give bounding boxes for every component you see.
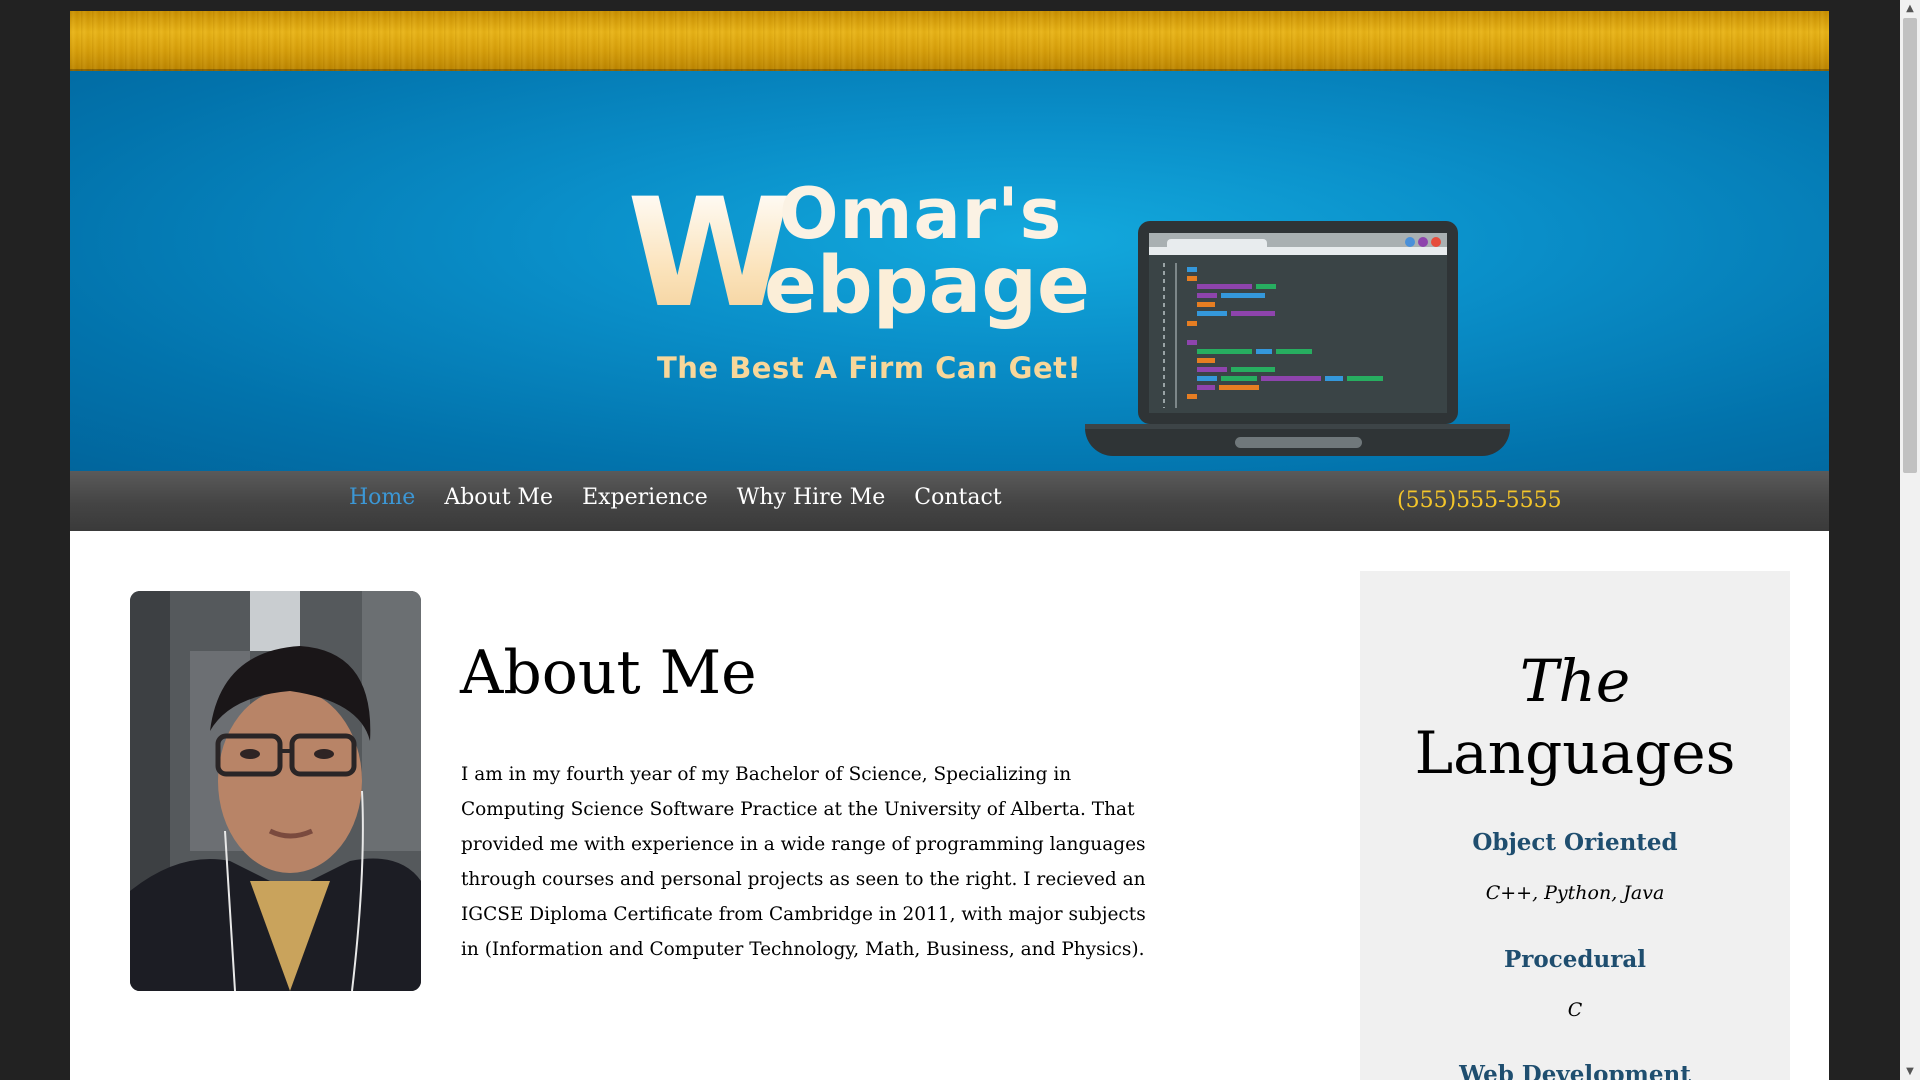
- about-heading: About Me: [460, 638, 757, 708]
- logo-line1: Omar's: [779, 173, 1063, 255]
- page-container: W Omar's ebpage The Best A Firm Can Get!: [70, 11, 1829, 1080]
- scroll-up-icon[interactable]: ▲: [1900, 0, 1920, 17]
- languages-heading-main: Languages: [1414, 719, 1736, 787]
- laptop-display: [1149, 233, 1447, 413]
- nav-menu: Home About Me Experience Why Hire Me Con…: [349, 485, 1002, 510]
- logo-tagline: The Best A Firm Can Get!: [657, 351, 1082, 385]
- scroll-down-icon[interactable]: ▼: [1900, 1063, 1920, 1080]
- profile-photo-image: [130, 591, 421, 991]
- languages-heading-the: The: [1519, 647, 1631, 715]
- languages-object-oriented: C++, Python, Java: [1485, 882, 1665, 904]
- languages-sidebar: The Languages Object Oriented C++, Pytho…: [1360, 571, 1790, 1080]
- nav-experience[interactable]: Experience: [582, 485, 708, 510]
- wood-header-strip: [70, 11, 1829, 71]
- category-procedural: Procedural: [1504, 946, 1646, 973]
- about-paragraph: I am in my fourth year of my Bachelor of…: [461, 764, 1146, 960]
- main-navbar: Home About Me Experience Why Hire Me Con…: [70, 471, 1829, 531]
- hero-banner: W Omar's ebpage The Best A Firm Can Get!: [70, 71, 1829, 471]
- nav-home[interactable]: Home: [349, 485, 415, 510]
- languages-heading: The Languages: [1360, 645, 1790, 789]
- scrollbar-thumb[interactable]: [1903, 18, 1917, 473]
- languages-procedural: C: [1567, 999, 1583, 1021]
- category-object-oriented: Object Oriented: [1472, 829, 1678, 856]
- nav-why-hire-me[interactable]: Why Hire Me: [737, 485, 886, 510]
- laptop-screen: [1138, 221, 1458, 424]
- page-scrollbar[interactable]: ▲ ▼: [1900, 0, 1920, 1080]
- laptop-touchpad: [1235, 437, 1362, 448]
- logo-line2: ebpage: [764, 241, 1090, 331]
- phone-number[interactable]: (555)555-5555: [1397, 488, 1562, 513]
- site-logo: W Omar's ebpage The Best A Firm Can Get!: [627, 179, 1107, 419]
- category-web-development: Web Development: [1459, 1061, 1691, 1080]
- nav-contact[interactable]: Contact: [914, 485, 1001, 510]
- nav-about-me[interactable]: About Me: [444, 485, 553, 510]
- window-dots-icon: [1405, 237, 1441, 247]
- laptop-illustration: [1085, 221, 1510, 461]
- main-content: About Me I am in my fourth year of my Ba…: [70, 531, 1829, 1080]
- profile-photo: [130, 591, 421, 991]
